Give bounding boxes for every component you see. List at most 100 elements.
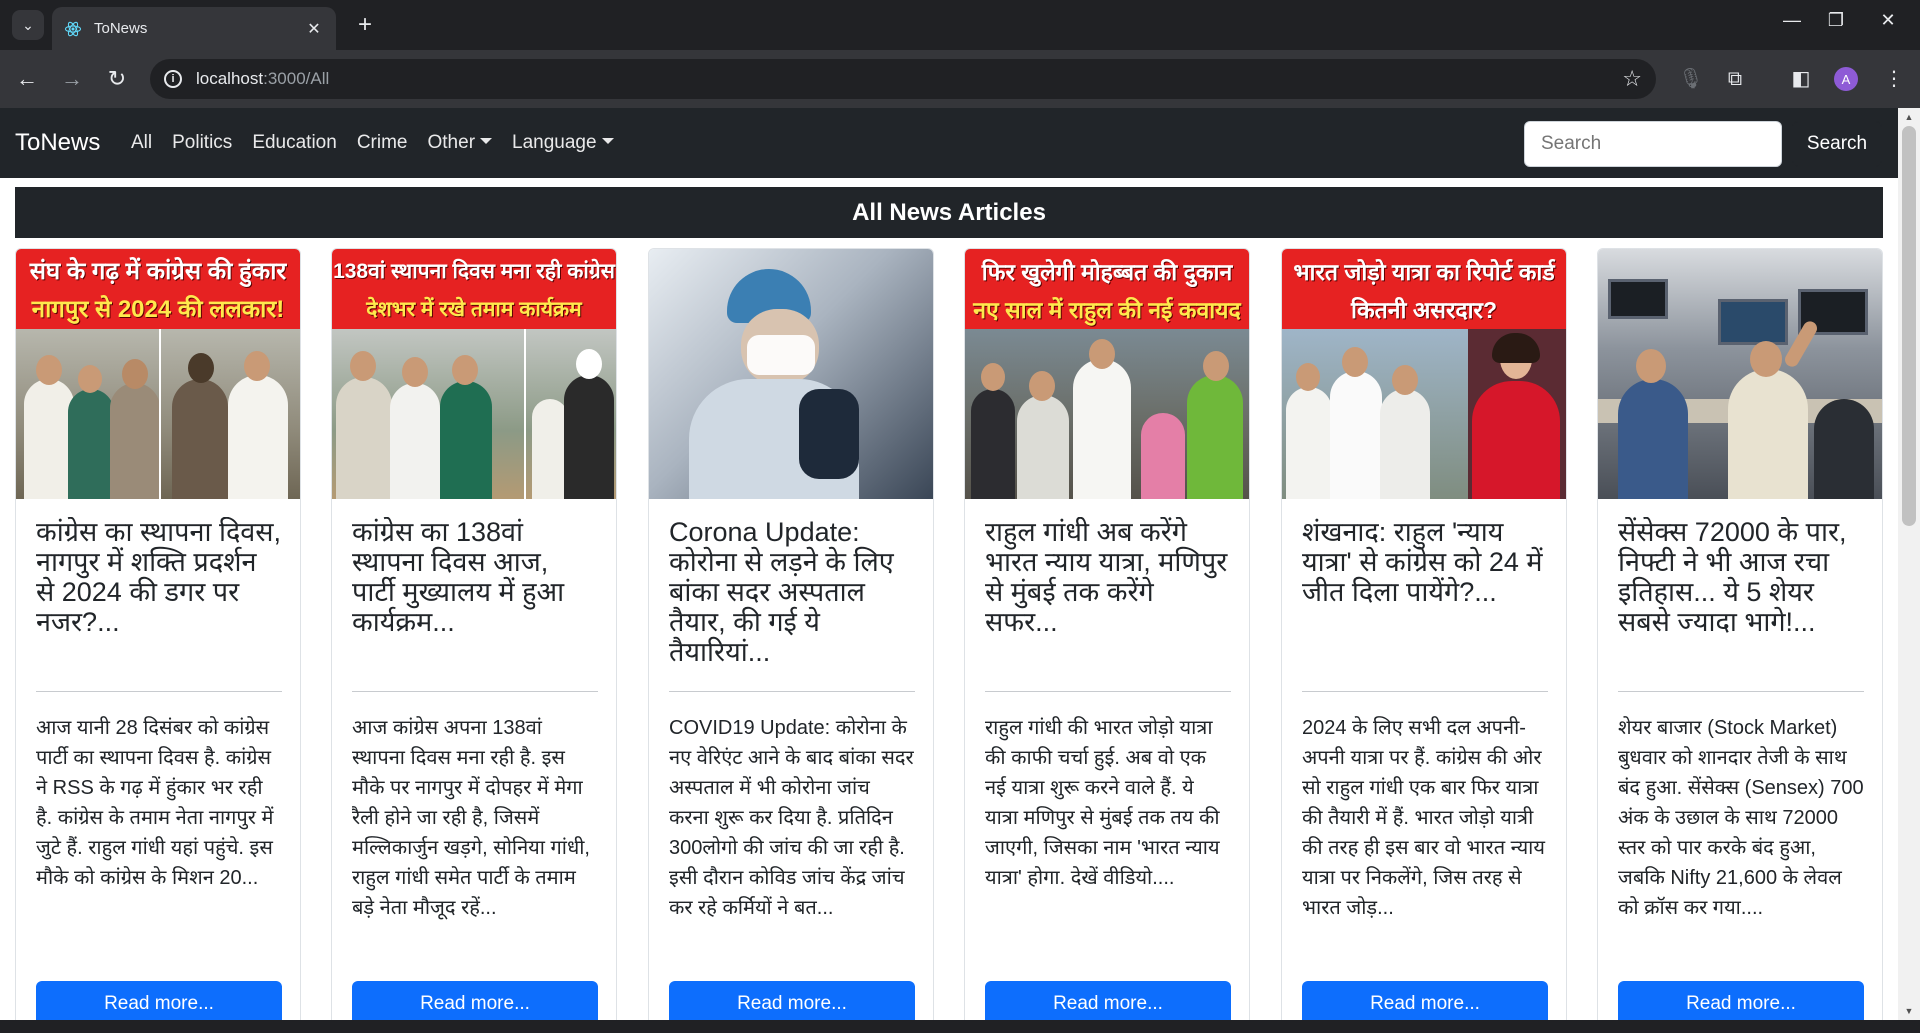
nav-politics[interactable]: Politics	[172, 132, 232, 154]
divider	[36, 691, 282, 692]
article-card: Corona Update: कोरोना से लड़ने के लिए बा…	[648, 248, 934, 1020]
divider	[352, 691, 598, 692]
read-more-button[interactable]: Read more...	[352, 981, 598, 1020]
article-description: आज यानी 28 दिसंबर को कांग्रेस पार्टी का …	[36, 717, 274, 889]
article-title: कांग्रेस का 138वां स्थापना दिवस आज, पार्…	[352, 517, 565, 637]
article-title: सेंसेक्स 72000 के पार, निफ्टी ने भी आज र…	[1618, 517, 1847, 637]
profile-avatar[interactable]: A	[1834, 67, 1858, 91]
extensions-icon[interactable]: ⧉	[1720, 64, 1750, 94]
thumbnail-banner: संघ के गढ़ में कांग्रेस की हुंकार नागपुर…	[16, 249, 300, 329]
close-tab-icon[interactable]: ✕	[304, 19, 324, 39]
site-navbar: ToNews All Politics Education Crime Othe…	[0, 108, 1898, 178]
forward-icon[interactable]: →	[57, 64, 87, 94]
scroll-down-icon[interactable]: ▼	[1898, 1006, 1920, 1016]
article-card: भारत जोड़ो यात्रा का रिपोर्ट कार्ड कितनी…	[1281, 248, 1567, 1020]
browser-toolbar: ← → ↻ i localhost:3000/All ☆ 🎙 ⧉ ◧ A ⋮	[0, 50, 1920, 108]
read-more-button[interactable]: Read more...	[1618, 981, 1864, 1020]
article-image[interactable]: 138वां स्थापना दिवस मना रही कांग्रेस देश…	[332, 249, 616, 499]
page-scrollbar[interactable]: ▲ ▼	[1898, 108, 1920, 1020]
article-image[interactable]: संघ के गढ़ में कांग्रेस की हुंकार नागपुर…	[16, 249, 300, 499]
thumbnail-photo	[965, 329, 1249, 499]
back-icon[interactable]: ←	[12, 64, 42, 94]
article-image[interactable]: फिर खुलेगी मोहब्बत की दुकान नए साल में र…	[965, 249, 1249, 499]
article-title: कांग्रेस का स्थापना दिवस, नागपुर में शक्…	[36, 517, 282, 637]
menu-kebab-icon[interactable]: ⋮	[1879, 64, 1909, 94]
browser-tab-strip: ⌄ ToNews ✕ + — ❐ ✕	[0, 0, 1920, 50]
nav-crime[interactable]: Crime	[357, 132, 408, 154]
restore-icon[interactable]: ❐	[1821, 10, 1851, 31]
banner-line-2: देशभर में रखे तमाम कार्यक्रम	[366, 298, 582, 321]
article-image[interactable]: भारत जोड़ो यात्रा का रिपोर्ट कार्ड कितनी…	[1282, 249, 1566, 499]
thumbnail-photo	[16, 329, 300, 499]
thumbnail-photo	[332, 329, 616, 499]
browser-tab[interactable]: ToNews ✕	[52, 7, 336, 50]
read-more-button[interactable]: Read more...	[985, 981, 1231, 1020]
thumbnail-photo	[649, 249, 933, 499]
article-image[interactable]	[649, 249, 933, 499]
article-title: Corona Update: कोरोना से लड़ने के लिए बा…	[669, 517, 894, 667]
nav-language-label: Language	[512, 132, 597, 153]
site-brand[interactable]: ToNews	[15, 129, 100, 157]
divider	[985, 691, 1231, 692]
address-bar[interactable]: i localhost:3000/All ☆	[150, 59, 1656, 99]
nav-other-label: Other	[427, 132, 476, 153]
article-description: COVID19 Update: कोरोना के नए वेरिएंट आने…	[669, 717, 914, 919]
url-path: :3000/All	[263, 69, 330, 88]
search-input[interactable]	[1524, 121, 1782, 167]
url-host: localhost	[196, 69, 264, 88]
url-text[interactable]: localhost:3000/All	[196, 69, 1622, 89]
article-description: शेयर बाजार (Stock Market) बुधवार को शानद…	[1618, 717, 1864, 919]
bookmark-star-icon[interactable]: ☆	[1622, 66, 1642, 92]
caret-down-icon	[601, 138, 614, 144]
article-title: शंखनाद: राहुल 'न्याय यात्रा' से कांग्रेस…	[1302, 517, 1543, 607]
thumbnail-banner: भारत जोड़ो यात्रा का रिपोर्ट कार्ड कितनी…	[1282, 249, 1566, 329]
divider	[669, 691, 915, 692]
thumbnail-photo	[1282, 329, 1566, 499]
reload-icon[interactable]: ↻	[102, 64, 132, 94]
window-close-icon[interactable]: ✕	[1873, 10, 1903, 31]
article-description: राहुल गांधी की भारत जोड़ो यात्रा की काफी…	[985, 717, 1220, 889]
article-card: सेंसेक्स 72000 के पार, निफ्टी ने भी आज र…	[1597, 248, 1883, 1020]
window-bottom-edge	[0, 1020, 1920, 1033]
nav-links: All Politics Education Crime Other Langu…	[131, 132, 634, 154]
thumbnail-banner: 138वां स्थापना दिवस मना रही कांग्रेस देश…	[332, 249, 616, 329]
article-card: संघ के गढ़ में कांग्रेस की हुंकार नागपुर…	[15, 248, 301, 1020]
caret-down-icon	[480, 138, 493, 144]
banner-line-1: संघ के गढ़ में कांग्रेस की हुंकार	[29, 258, 287, 285]
article-image[interactable]	[1598, 249, 1882, 499]
page-heading: All News Articles	[15, 187, 1883, 238]
react-icon	[64, 21, 82, 36]
article-card: 138वां स्थापना दिवस मना रही कांग्रेस देश…	[331, 248, 617, 1020]
tab-search-icon[interactable]: ⌄	[12, 10, 44, 40]
nav-education[interactable]: Education	[252, 132, 337, 154]
divider	[1302, 691, 1548, 692]
new-tab-icon[interactable]: +	[352, 12, 378, 38]
read-more-button[interactable]: Read more...	[1302, 981, 1548, 1020]
thumbnail-photo	[1598, 249, 1882, 499]
banner-line-1: 138वां स्थापना दिवस मना रही कांग्रेस	[333, 260, 615, 283]
banner-line-2: नए साल में राहुल की नई कवायद	[973, 297, 1241, 323]
banner-line-2: नागपुर से 2024 की ललकार!	[31, 296, 285, 323]
article-title: राहुल गांधी अब करेंगे भारत न्याय यात्रा,…	[985, 517, 1228, 637]
nav-all[interactable]: All	[131, 132, 152, 154]
minimize-icon[interactable]: —	[1777, 10, 1807, 31]
read-more-button[interactable]: Read more...	[669, 981, 915, 1020]
divider	[1618, 691, 1864, 692]
search-button[interactable]: Search	[1792, 121, 1882, 167]
nav-other-dropdown[interactable]: Other	[428, 132, 493, 154]
scroll-up-icon[interactable]: ▲	[1898, 112, 1920, 122]
side-panel-icon[interactable]: ◧	[1786, 64, 1816, 94]
scrollbar-thumb[interactable]	[1902, 126, 1916, 526]
article-description: आज कांग्रेस अपना 138वां स्थापना दिवस मना…	[352, 717, 590, 919]
article-card: फिर खुलेगी मोहब्बत की दुकान नए साल में र…	[964, 248, 1250, 1020]
tab-title: ToNews	[94, 20, 148, 37]
thumbnail-banner: फिर खुलेगी मोहब्बत की दुकान नए साल में र…	[965, 249, 1249, 329]
page-viewport: ToNews All Politics Education Crime Othe…	[0, 108, 1898, 1020]
microphone-icon[interactable]: 🎙	[1676, 64, 1706, 94]
banner-line-2: कितनी असरदार? देखिए...शंखनाद	[1351, 297, 1497, 323]
nav-language-dropdown[interactable]: Language	[512, 132, 614, 154]
banner-line-1: फिर खुलेगी मोहब्बत की दुकान	[981, 259, 1233, 285]
read-more-button[interactable]: Read more...	[36, 981, 282, 1020]
banner-line-1: भारत जोड़ो यात्रा का रिपोर्ट कार्ड	[1293, 259, 1555, 285]
site-info-icon[interactable]: i	[164, 70, 182, 88]
